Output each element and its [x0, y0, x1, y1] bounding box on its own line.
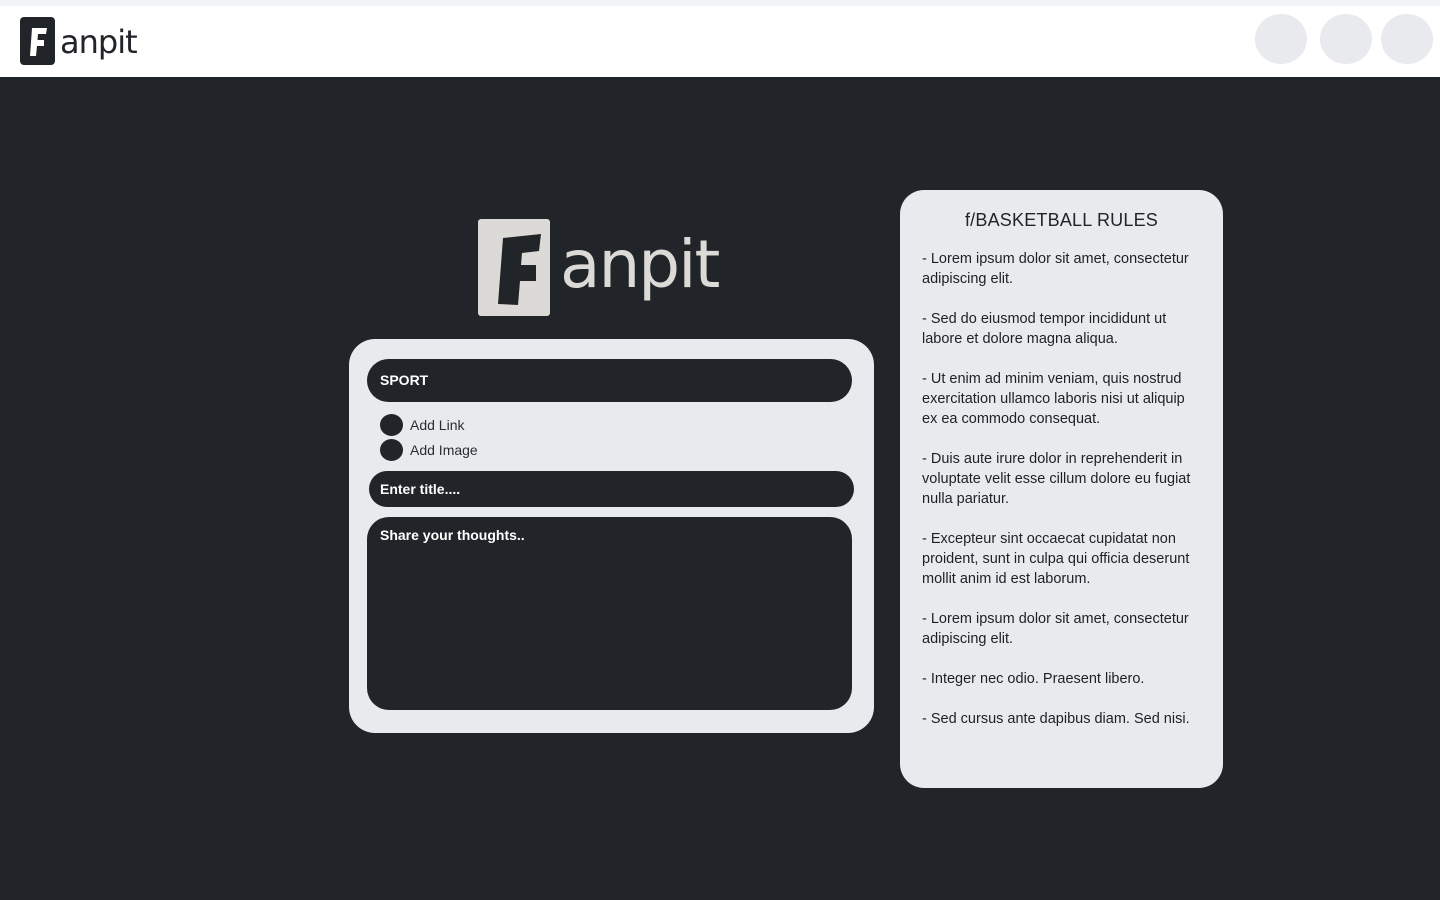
rules-list: - Lorem ipsum dolor sit amet, consectetu… [922, 249, 1201, 729]
header-action-button-2[interactable] [1320, 14, 1372, 64]
post-title-input[interactable] [369, 471, 854, 507]
logo-wordmark: anpit [60, 23, 137, 61]
rule-item: - Sed do eiusmod tempor incididunt ut la… [922, 311, 1167, 347]
add-link-label: Add Link [410, 417, 465, 433]
rule-item: - Ut enim ad minim veniam, quis nostrud … [922, 371, 1185, 427]
add-link-option[interactable]: Add Link [380, 414, 464, 436]
add-image-radio[interactable] [380, 439, 403, 461]
header-profile-button[interactable] [1381, 14, 1433, 64]
header-action-button-1[interactable] [1255, 14, 1307, 64]
add-image-label: Add Image [410, 442, 478, 458]
add-image-option[interactable]: Add Image [380, 439, 478, 461]
rule-item: - Sed cursus ante dapibus diam. Sed nisi… [922, 711, 1190, 727]
rule-item: - Integer nec odio. Praesent libero. [922, 671, 1145, 687]
add-link-radio[interactable] [380, 414, 403, 436]
community-selector[interactable]: SPORT [367, 359, 852, 402]
community-rules-card: f/BASKETBALL RULES - Lorem ipsum dolor s… [900, 190, 1223, 788]
fanpit-main-logo: anpit [478, 219, 722, 316]
post-body-input[interactable] [367, 517, 852, 710]
top-header: anpit [0, 0, 1440, 77]
rule-item: - Duis aute irure dolor in reprehenderit… [922, 451, 1191, 507]
rule-item: - Lorem ipsum dolor sit amet, consectetu… [922, 251, 1189, 287]
create-post-card: SPORT Add Link Add Image [349, 339, 874, 733]
rule-item: - Lorem ipsum dolor sit amet, consectetu… [922, 611, 1189, 647]
rule-item: - Excepteur sint occaecat cupidatat non … [922, 531, 1190, 587]
fanpit-logo[interactable]: anpit [20, 17, 142, 65]
rules-title: f/BASKETBALL RULES [964, 210, 1158, 230]
main-logo-wordmark: anpit [560, 226, 720, 303]
